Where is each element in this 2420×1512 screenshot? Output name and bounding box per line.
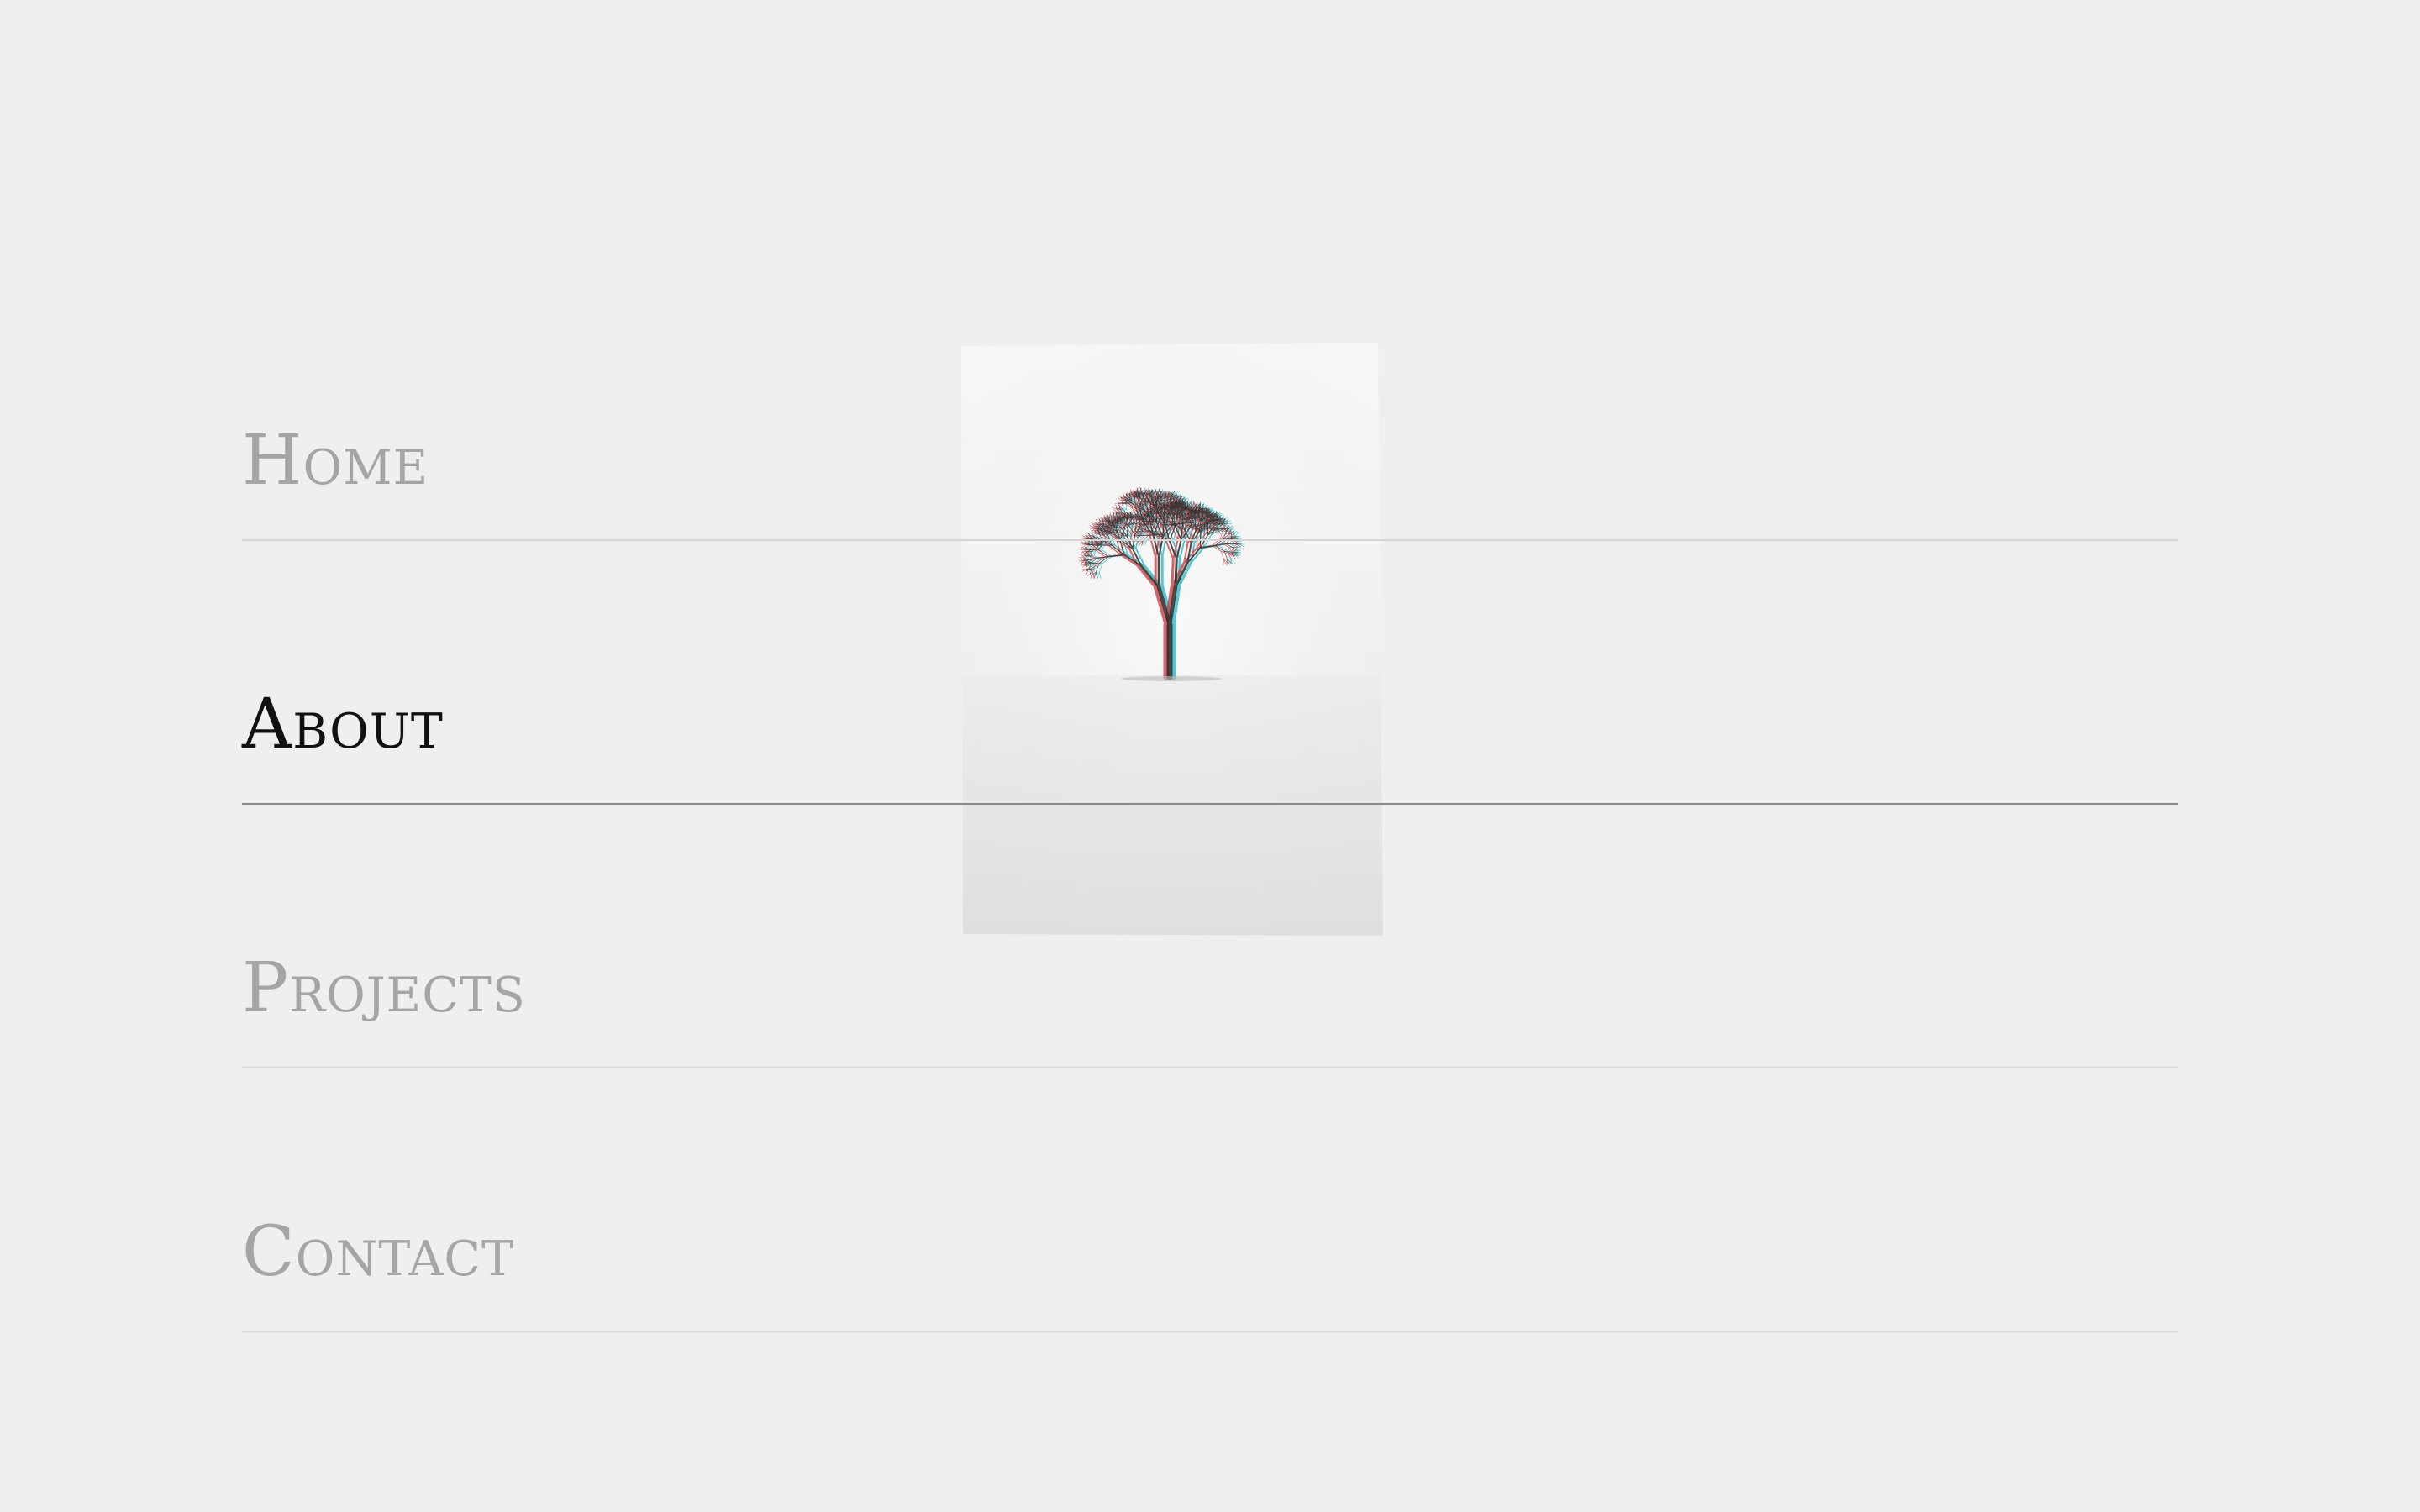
menu-link-contact[interactable]: Contact <box>242 1068 2178 1332</box>
menu-item-about[interactable]: About <box>242 541 2178 805</box>
main-navigation: Home About Projects Contact <box>242 277 2178 1332</box>
menu-label: Projects <box>242 948 526 1028</box>
menu-item-contact[interactable]: Contact <box>242 1068 2178 1332</box>
menu-link-projects[interactable]: Projects <box>242 805 2178 1068</box>
menu-label: Contact <box>242 1212 515 1292</box>
menu-label: About <box>242 685 444 764</box>
menu-item-projects[interactable]: Projects <box>242 805 2178 1068</box>
menu-link-about[interactable]: About <box>242 541 2178 805</box>
menu-link-home[interactable]: Home <box>242 277 2178 541</box>
page: Home About Projects Contact <box>0 0 2420 1512</box>
menu-label: Home <box>242 421 429 501</box>
menu-item-home[interactable]: Home <box>242 277 2178 541</box>
